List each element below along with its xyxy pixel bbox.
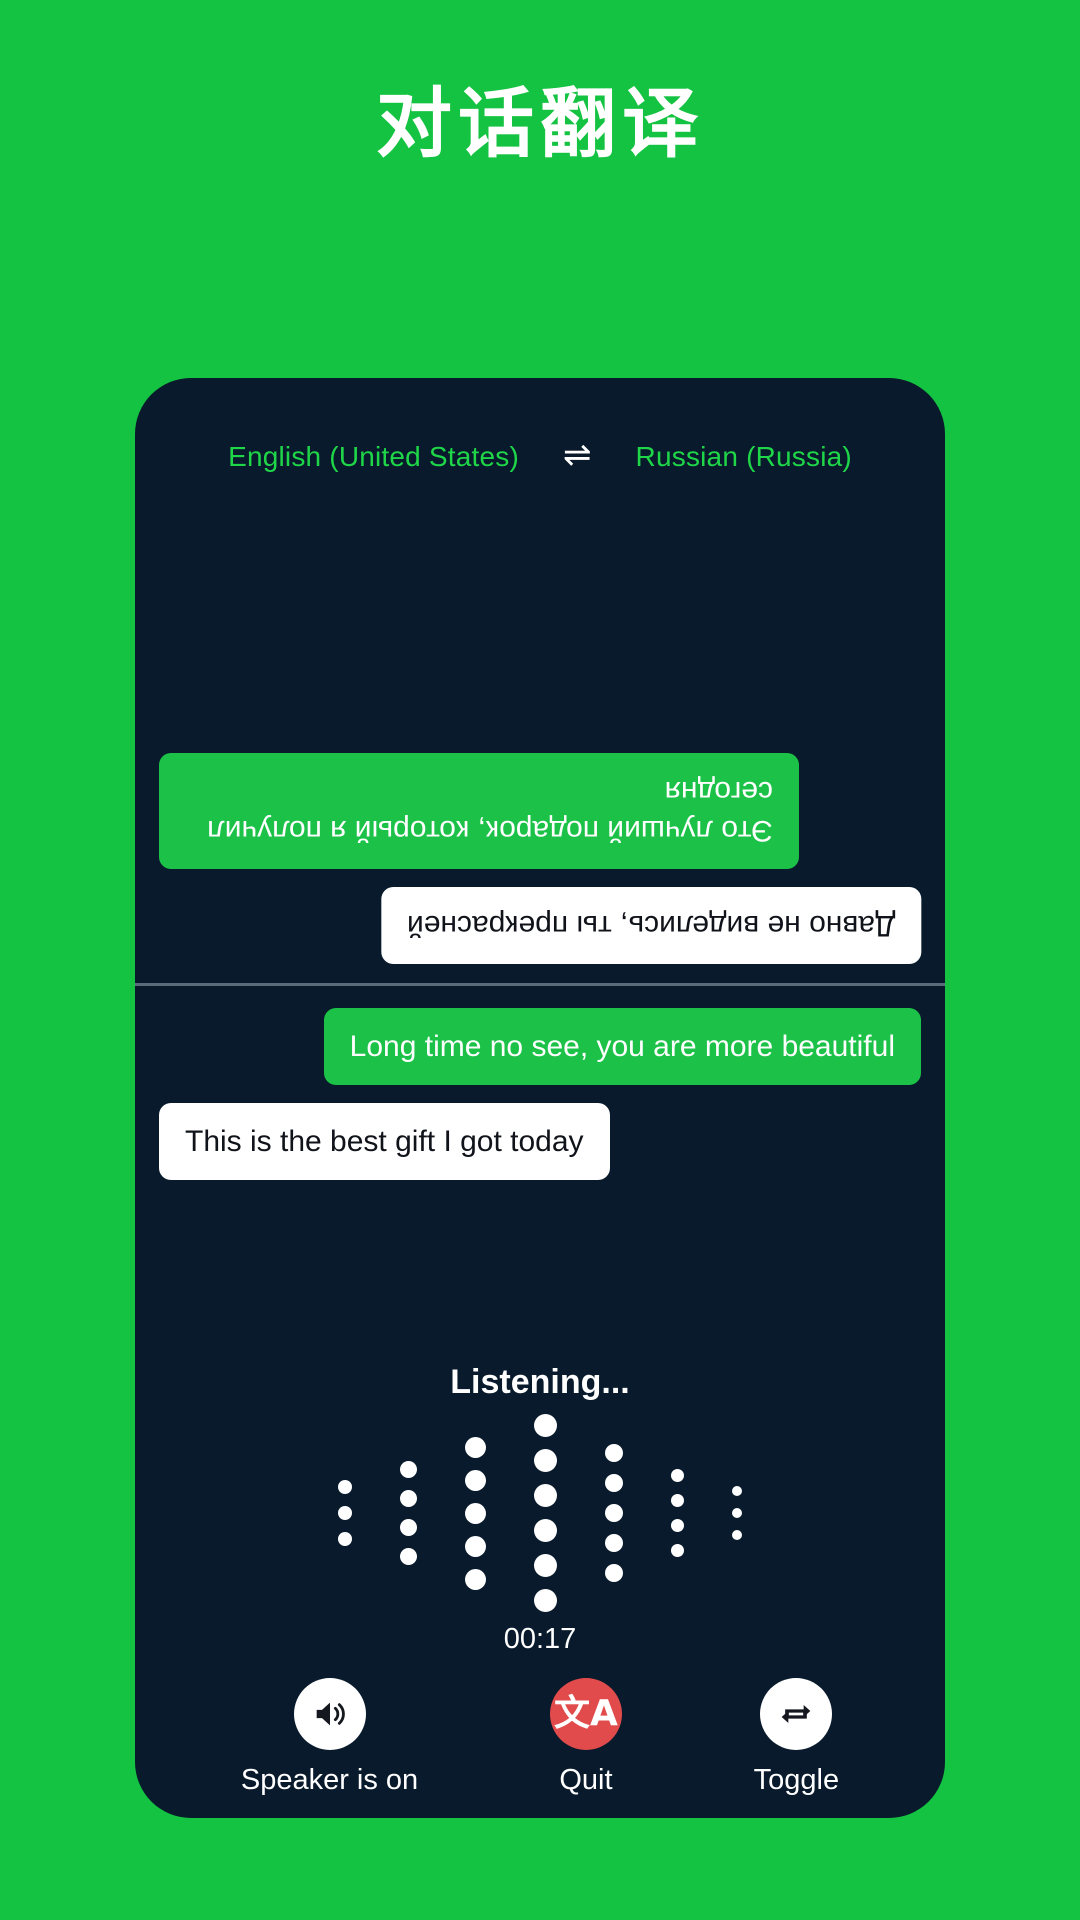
message-row: Давно не виделись, ты прекрасней bbox=[159, 887, 921, 964]
translate-glyph: 文A bbox=[553, 1693, 618, 1734]
waveform-column bbox=[732, 1486, 742, 1540]
waveform-dot bbox=[671, 1494, 684, 1507]
waveform-dot bbox=[671, 1544, 684, 1557]
message-bubble[interactable]: Давно не виделись, ты прекрасней bbox=[380, 887, 921, 964]
quit-label: Quit bbox=[559, 1764, 613, 1796]
message-row: Это лучший подарок, который я получил се… bbox=[159, 753, 921, 869]
toggle-label: Toggle bbox=[753, 1764, 840, 1796]
waveform-dot bbox=[400, 1519, 417, 1536]
waveform-column bbox=[671, 1469, 684, 1557]
language-bar: English (United States) ⇌ Russian (Russi… bbox=[135, 438, 945, 474]
waveform-dot bbox=[732, 1508, 742, 1518]
target-language-selector[interactable]: Russian (Russia) bbox=[636, 441, 852, 473]
waveform-dot bbox=[732, 1486, 742, 1496]
waveform-column bbox=[400, 1461, 417, 1565]
waveform-column bbox=[534, 1414, 557, 1612]
speaker-toggle-button[interactable]: Speaker is on bbox=[241, 1678, 418, 1797]
remote-conversation-pane: Это лучший подарок, который я получил се… bbox=[135, 488, 945, 982]
waveform-dot bbox=[534, 1589, 557, 1612]
message-bubble[interactable]: Long time no see, you are more beautiful bbox=[323, 1008, 921, 1085]
swap-languages-icon[interactable]: ⇌ bbox=[563, 438, 592, 472]
waveform-dot bbox=[400, 1461, 417, 1478]
waveform-dot bbox=[338, 1506, 352, 1520]
waveform-dot bbox=[671, 1519, 684, 1532]
page-title: 对话翻译 bbox=[376, 79, 704, 168]
waveform-dot bbox=[605, 1504, 623, 1522]
waveform-dot bbox=[605, 1444, 623, 1462]
audio-waveform-visualizer bbox=[135, 1414, 945, 1612]
message-bubble[interactable]: Это лучший подарок, который я получил се… bbox=[159, 753, 799, 869]
listening-status-label: Listening... bbox=[450, 1363, 630, 1401]
translate-icon[interactable]: 文A bbox=[549, 1678, 622, 1750]
waveform-dot bbox=[671, 1469, 684, 1482]
waveform-dot bbox=[465, 1568, 486, 1590]
waveform-dot bbox=[534, 1519, 557, 1542]
toggle-button[interactable]: Toggle bbox=[754, 1678, 839, 1797]
quit-button[interactable]: 文A Quit bbox=[549, 1678, 622, 1797]
recording-timer: 00:17 bbox=[503, 1623, 577, 1655]
local-conversation-pane: Long time no see, you are more beautiful… bbox=[135, 994, 945, 1324]
waveform-dot bbox=[534, 1449, 557, 1472]
waveform-dot bbox=[465, 1469, 486, 1491]
source-language-selector[interactable]: English (United States) bbox=[228, 441, 519, 473]
speaker-toggle-label: Speaker is on bbox=[240, 1764, 419, 1796]
speaker-on-icon[interactable] bbox=[293, 1678, 366, 1750]
swap-arrows-icon[interactable] bbox=[760, 1678, 833, 1750]
waveform-dot bbox=[465, 1535, 486, 1557]
message-row: This is the best gift I got today bbox=[159, 1103, 921, 1180]
waveform-dot bbox=[534, 1414, 557, 1437]
translation-phone-card: English (United States) ⇌ Russian (Russi… bbox=[135, 378, 945, 1818]
waveform-dot bbox=[605, 1564, 623, 1582]
waveform-dot bbox=[732, 1530, 742, 1540]
waveform-dot bbox=[534, 1484, 557, 1507]
waveform-dot bbox=[400, 1490, 417, 1507]
waveform-dot bbox=[605, 1474, 623, 1492]
message-row: Long time no see, you are more beautiful bbox=[159, 1008, 921, 1085]
waveform-column bbox=[465, 1436, 486, 1590]
waveform-column bbox=[605, 1444, 623, 1582]
message-bubble[interactable]: This is the best gift I got today bbox=[159, 1103, 610, 1180]
waveform-dot bbox=[338, 1532, 352, 1546]
waveform-dot bbox=[465, 1436, 486, 1458]
waveform-dot bbox=[338, 1480, 352, 1494]
waveform-dot bbox=[465, 1502, 486, 1524]
waveform-column bbox=[338, 1480, 352, 1546]
waveform-dot bbox=[605, 1534, 623, 1552]
bottom-controls: Speaker is on 文A Quit Toggle bbox=[135, 1678, 945, 1797]
pane-divider bbox=[135, 983, 945, 986]
waveform-dot bbox=[400, 1548, 417, 1565]
waveform-dot bbox=[534, 1554, 557, 1577]
